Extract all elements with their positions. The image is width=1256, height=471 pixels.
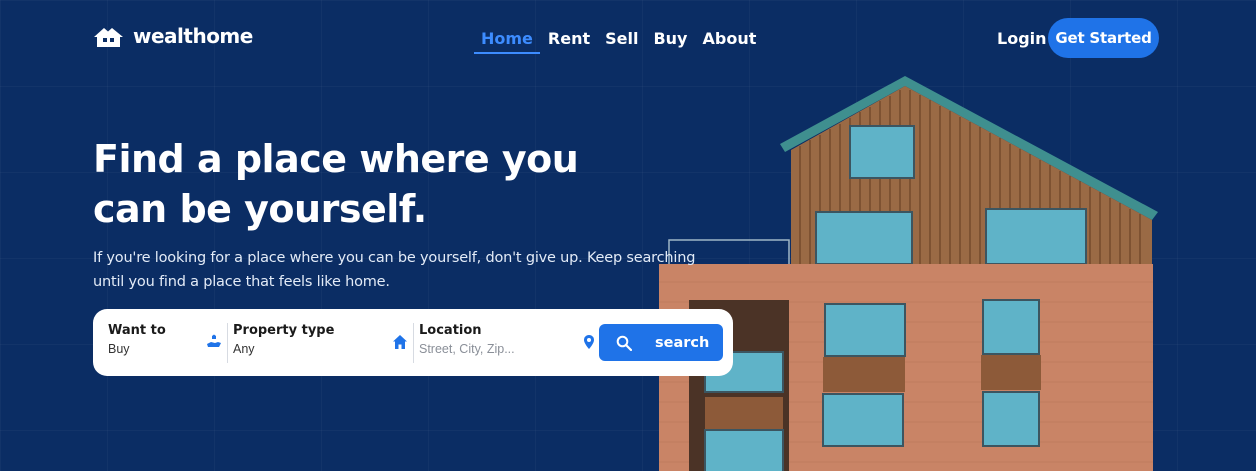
nav-item-home[interactable]: Home	[474, 27, 540, 54]
hero-subtitle-line2: until you find a place that feels like h…	[93, 274, 390, 290]
brand-name: wealthome	[133, 24, 253, 48]
location-field[interactable]: Location Street, City, Zip...	[419, 323, 515, 356]
hero-subtitle-line1: If you're looking for a place where you …	[93, 250, 696, 266]
hand-house-icon	[207, 334, 221, 347]
field-divider	[227, 323, 228, 363]
search-button[interactable]: search	[599, 324, 723, 361]
hero-title-line2: can be yourself.	[93, 187, 427, 231]
hero-title: Find a place where you can be yourself.	[93, 134, 653, 234]
want-to-label: Want to	[108, 323, 166, 338]
location-input[interactable]: Street, City, Zip...	[419, 342, 515, 356]
nav-item-buy[interactable]: Buy	[646, 27, 694, 54]
property-search-bar: Want to Buy Property type Any Location S…	[93, 309, 733, 376]
property-type-field[interactable]: Property type Any	[233, 323, 334, 356]
brand-logo[interactable]: wealthome	[93, 24, 253, 48]
house-logo-icon	[94, 27, 123, 47]
location-label: Location	[419, 323, 482, 338]
nav-item-rent[interactable]: Rent	[541, 27, 597, 54]
search-icon	[616, 335, 632, 351]
nav-item-about[interactable]: About	[695, 27, 763, 54]
main-nav: Home Rent Sell Buy About	[474, 27, 764, 54]
home-icon	[393, 335, 407, 349]
get-started-button[interactable]: Get Started	[1048, 18, 1159, 58]
want-to-field[interactable]: Want to Buy	[108, 323, 166, 356]
login-link[interactable]: Login	[997, 29, 1047, 48]
want-to-value[interactable]: Buy	[108, 342, 166, 356]
hero-title-line1: Find a place where you	[93, 137, 579, 181]
map-pin-icon	[584, 335, 594, 349]
search-button-label: search	[655, 334, 710, 351]
hero-subtitle: If you're looking for a place where you …	[93, 246, 733, 294]
nav-item-sell[interactable]: Sell	[598, 27, 645, 54]
property-type-value[interactable]: Any	[233, 342, 334, 356]
property-type-label: Property type	[233, 323, 335, 338]
field-divider	[413, 323, 414, 363]
